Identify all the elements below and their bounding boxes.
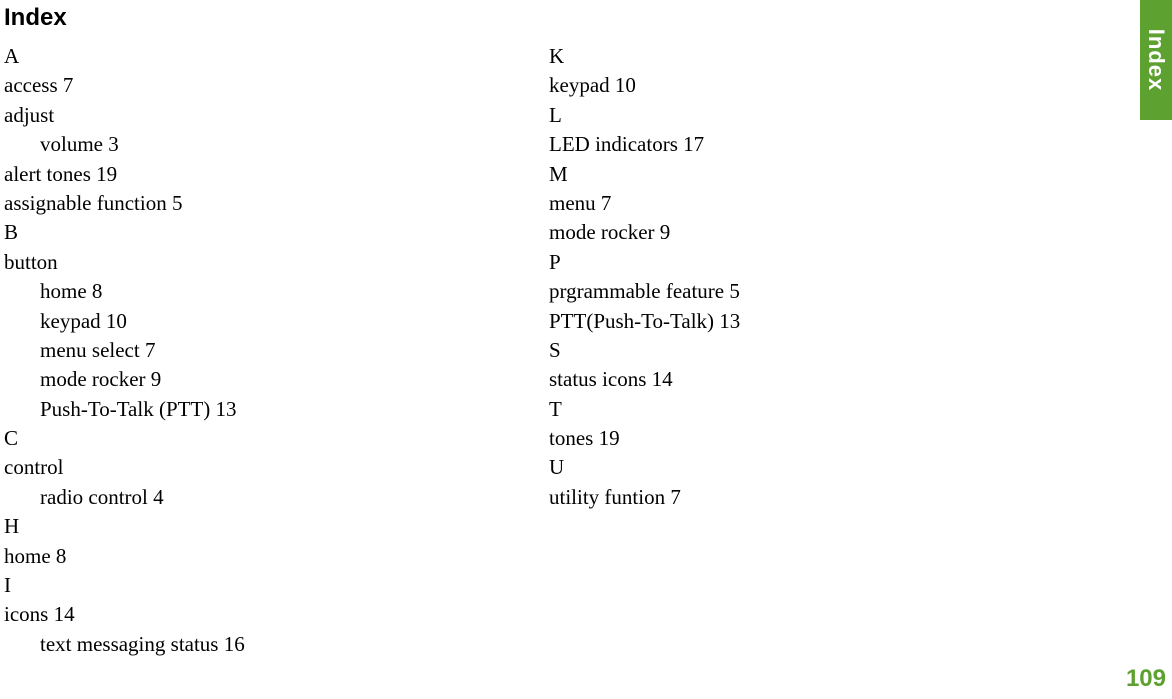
index-entry: K <box>549 42 1049 71</box>
index-columns: Aaccess 7adjustvolume 3alert tones 19ass… <box>4 42 1064 659</box>
index-entry: status icons 14 <box>549 365 1049 394</box>
index-entry: menu 7 <box>549 189 1049 218</box>
index-entry: M <box>549 160 1049 189</box>
index-entry: adjust <box>4 101 549 130</box>
index-entry: home 8 <box>4 277 549 306</box>
index-entry: radio control 4 <box>4 483 549 512</box>
side-tab: Index <box>1140 0 1172 120</box>
index-entry: volume 3 <box>4 130 549 159</box>
index-entry: assignable function 5 <box>4 189 549 218</box>
index-entry: mode rocker 9 <box>4 365 549 394</box>
index-column-right: Kkeypad 10LLED indicators 17Mmenu 7mode … <box>549 42 1049 659</box>
index-entry: keypad 10 <box>549 71 1049 100</box>
index-entry: P <box>549 248 1049 277</box>
index-entry: PTT(Push-To-Talk) 13 <box>549 307 1049 336</box>
index-entry: control <box>4 453 549 482</box>
index-entry: LED indicators 17 <box>549 130 1049 159</box>
index-entry: alert tones 19 <box>4 160 549 189</box>
index-entry: S <box>549 336 1049 365</box>
index-entry: home 8 <box>4 542 549 571</box>
index-entry: C <box>4 424 549 453</box>
index-entry: utility funtion 7 <box>549 483 1049 512</box>
side-tab-label: Index <box>1143 29 1169 91</box>
index-entry: T <box>549 395 1049 424</box>
index-entry: prgrammable feature 5 <box>549 277 1049 306</box>
index-column-left: Aaccess 7adjustvolume 3alert tones 19ass… <box>4 42 549 659</box>
index-entry: B <box>4 218 549 247</box>
index-entry: I <box>4 571 549 600</box>
index-entry: A <box>4 42 549 71</box>
index-entry: button <box>4 248 549 277</box>
index-entry: U <box>549 453 1049 482</box>
index-entry: Push-To-Talk (PTT) 13 <box>4 395 549 424</box>
index-entry: text messaging status 16 <box>4 630 549 659</box>
index-title: Index <box>4 4 1172 32</box>
page: Index Aaccess 7adjustvolume 3alert tones… <box>0 0 1172 699</box>
index-entry: icons 14 <box>4 600 549 629</box>
index-entry: tones 19 <box>549 424 1049 453</box>
page-number: 109 <box>1126 665 1166 693</box>
index-entry: mode rocker 9 <box>549 218 1049 247</box>
index-entry: access 7 <box>4 71 549 100</box>
index-entry: H <box>4 512 549 541</box>
index-entry: keypad 10 <box>4 307 549 336</box>
index-entry: L <box>549 101 1049 130</box>
index-entry: menu select 7 <box>4 336 549 365</box>
